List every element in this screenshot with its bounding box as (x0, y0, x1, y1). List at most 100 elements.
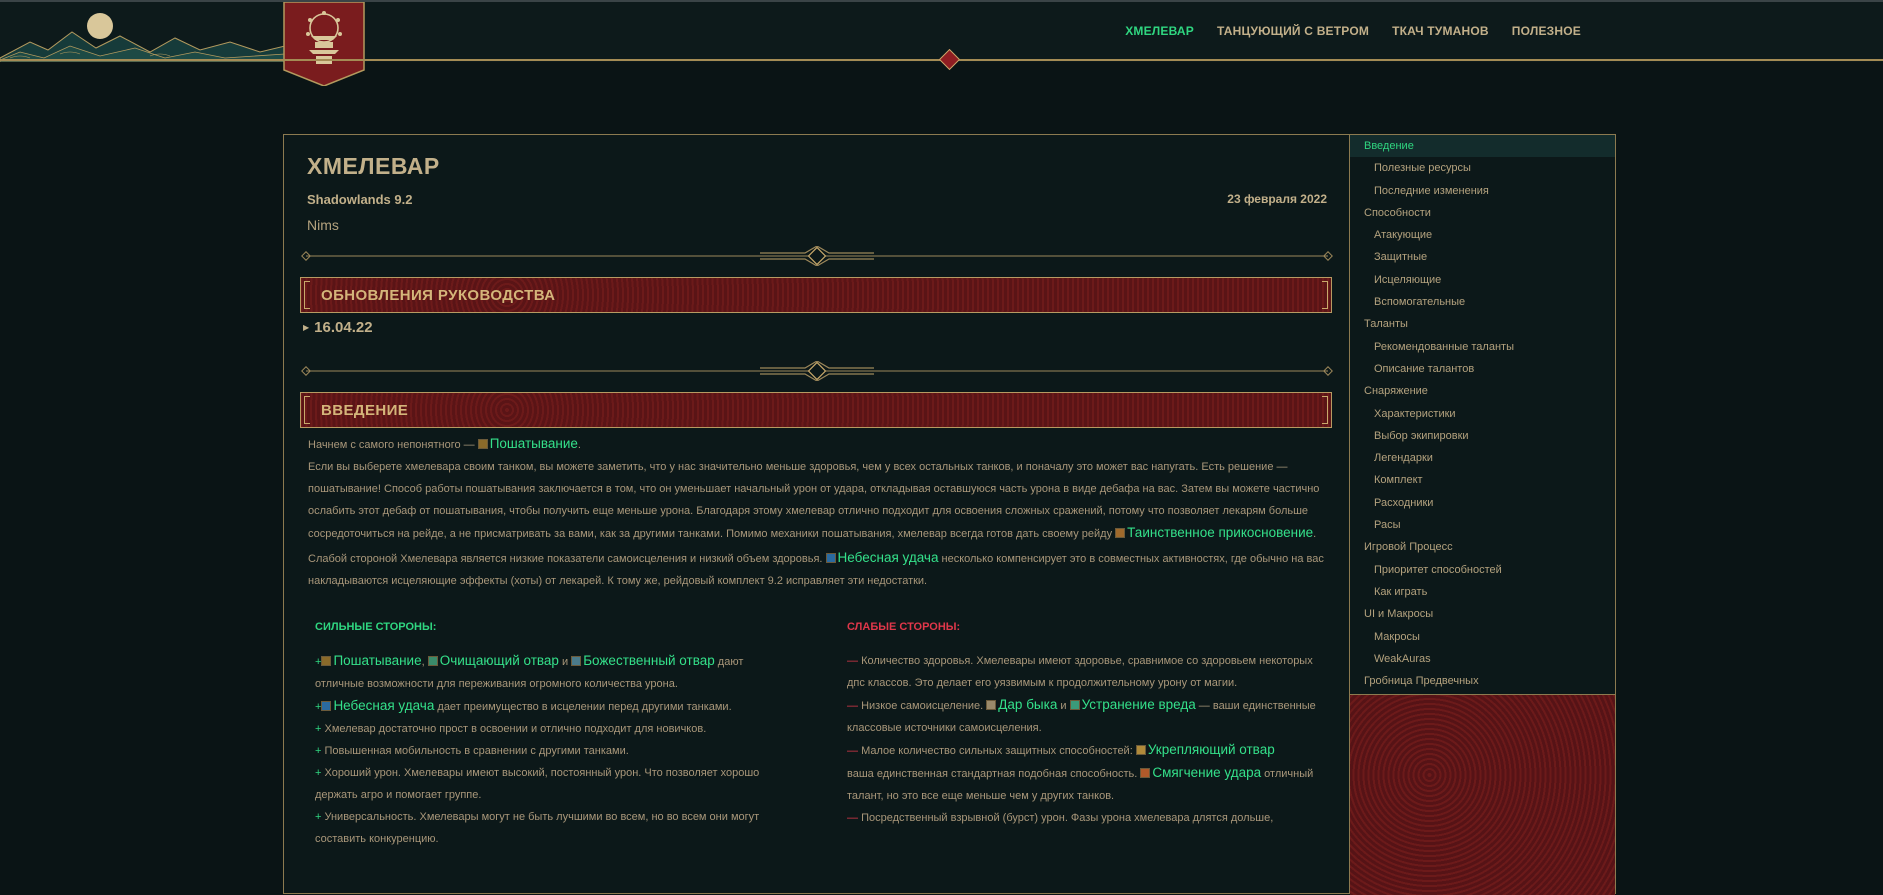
text: Начнем с самого непонятного — (308, 439, 478, 451)
intro-heading: ВВЕДЕНИЕ (321, 402, 409, 419)
spell-link[interactable]: Небесная удача (825, 550, 939, 565)
toc-item[interactable]: Как играть (1350, 581, 1615, 603)
spell-link[interactable]: Божественный отвар (571, 653, 715, 668)
nav-windwalker[interactable]: ТАНЦУЮЩИЙ С ВЕТРОМ (1217, 24, 1369, 38)
table-of-contents: Введение Полезные ресурсы Последние измене… (1349, 134, 1616, 895)
toc-item[interactable]: Выбор экипировки (1350, 425, 1615, 447)
spell-icon (477, 439, 488, 449)
nav-brewmaster[interactable]: ХМЕЛЕВАР (1125, 24, 1194, 38)
toc-item[interactable]: Полезные ресурсы (1350, 157, 1615, 179)
minus-icon: — (847, 700, 862, 712)
caret-right-icon: ▶ (303, 323, 310, 332)
spell-name: Пошатывание (489, 436, 578, 451)
toc-item[interactable]: WeakAuras (1350, 648, 1615, 670)
weaknesses-heading: СЛАБЫЕ СТОРОНЫ: (847, 621, 961, 633)
updates-banner: ОБНОВЛЕНИЯ РУКОВОДСТВА (300, 277, 1332, 313)
toc-list: Введение Полезные ресурсы Последние измене… (1350, 135, 1615, 692)
spell-link[interactable]: Устранение вреда (1069, 697, 1196, 712)
ornament-divider (301, 361, 1333, 381)
list-item: + Хороший урон. Хмелевары имеют высокий,… (315, 762, 785, 806)
spell-name: Божественный отвар (583, 653, 715, 668)
spell-name: Небесная удача (837, 550, 939, 565)
spell-icon (1135, 745, 1146, 755)
spell-icon (986, 700, 997, 710)
toc-item[interactable]: Характеристики (1350, 403, 1615, 425)
intro-paragraph: Слабой стороной Хмелевара является низки… (308, 547, 1328, 592)
intro-paragraph: Если вы выберете хмелевара своим танком,… (308, 456, 1328, 545)
toc-item[interactable]: Расы (1350, 514, 1615, 536)
toc-item[interactable]: Таланты (1350, 313, 1615, 335)
text: Слабой стороной Хмелевара является низки… (308, 553, 826, 565)
text: дает преимущество в исцелении перед друг… (434, 701, 732, 713)
spell-name: Небесная удача (333, 698, 435, 713)
text: ваша единственная стандартная подобная с… (847, 768, 1141, 780)
text: Малое количество сильных защитных способ… (861, 745, 1136, 757)
list-item: — Низкое самоисцеление. Дар быка и Устра… (847, 694, 1319, 739)
toc-item[interactable]: Способности (1350, 202, 1615, 224)
toc-item[interactable]: Расходники (1350, 492, 1615, 514)
toc-item[interactable]: Гробница Предвечных (1350, 670, 1615, 692)
spell-icon (571, 656, 582, 666)
spell-name: Устранение вреда (1081, 697, 1196, 712)
spell-name: Смягчение удара (1152, 765, 1262, 780)
toc-item[interactable]: Вспомогательные (1350, 291, 1615, 313)
spell-link[interactable]: Небесная удача (321, 698, 434, 713)
toc-item[interactable]: Приоритет способностей (1350, 559, 1615, 581)
list-item: + Хмелевар достаточно прост в освоении и… (315, 718, 785, 740)
spell-link[interactable]: Очищающий отвар (427, 653, 559, 668)
spell-link[interactable]: Дар быка (986, 697, 1057, 712)
spell-link[interactable]: Укрепляющий отвар (1135, 742, 1275, 757)
toc-item[interactable]: UI и Макросы (1350, 603, 1615, 625)
intro-text: Начнем с самого непонятного — Пошатывани… (308, 433, 1328, 592)
toc-item[interactable]: Макросы (1350, 626, 1615, 648)
toc-item[interactable]: Описание талантов (1350, 358, 1615, 380)
guide-article: ХМЕЛЕВАР Shadowlands 9.2 23 февраля 2022… (283, 134, 1349, 894)
spell-name: Очищающий отвар (439, 653, 559, 668)
main-nav: ХМЕЛЕВАР ТАНЦУЮЩИЙ С ВЕТРОМ ТКАЧ ТУМАНОВ… (1125, 24, 1581, 38)
text: Хороший урон. Хмелевары имеют высокий, п… (315, 767, 760, 801)
toc-item[interactable]: Последние изменения (1350, 180, 1615, 202)
nav-mistweaver[interactable]: ТКАЧ ТУМАНОВ (1392, 24, 1489, 38)
toc-item[interactable]: Комплект (1350, 469, 1615, 491)
list-item: — Посредственный взрывной (бурст) урон. … (847, 807, 1319, 829)
text: Посредственный взрывной (бурст) урон. Фа… (861, 812, 1274, 824)
update-date: 16.04.22 (314, 319, 373, 336)
toc-item[interactable]: Введение (1350, 135, 1615, 158)
toc-item[interactable]: Легендарки (1350, 447, 1615, 469)
list-item: + Пошатывание, Очищающий отвар и Божестве… (315, 650, 785, 695)
minus-icon: — (847, 745, 862, 757)
minus-icon: — (847, 655, 862, 667)
toc-item[interactable]: Рекомендованные таланты (1350, 336, 1615, 358)
intro-paragraph: Начнем с самого непонятного — Пошатывани… (308, 433, 1328, 456)
nav-useful[interactable]: ПОЛЕЗНОЕ (1512, 24, 1581, 38)
spell-link[interactable]: Пошатывание (477, 436, 578, 451)
spell-link[interactable]: Таинственное прикосновение (1115, 525, 1313, 540)
sidebar-decorative-pattern (1350, 694, 1615, 895)
text: Хмелевар достаточно прост в освоении и о… (324, 723, 707, 735)
toc-item[interactable]: Исцеляющие (1350, 269, 1615, 291)
weaknesses-column: СЛАБЫЕ СТОРОНЫ: — Количество здоровья. Х… (847, 621, 1319, 829)
spell-link[interactable]: Пошатывание (321, 653, 422, 668)
monk-class-emblem[interactable] (283, 2, 365, 86)
list-item: + Небесная удача дает преимущество в исце… (315, 695, 785, 718)
spell-icon (321, 701, 332, 711)
text: и (558, 656, 572, 668)
update-entry-toggle[interactable]: ▶ 16.04.22 (303, 319, 373, 336)
mountain-scenery-logo (0, 2, 285, 62)
toc-item[interactable]: Игровой Процесс (1350, 536, 1615, 558)
spell-link[interactable]: Смягчение удара (1140, 765, 1261, 780)
toc-item[interactable]: Снаряжение (1350, 380, 1615, 402)
patch-version: Shadowlands 9.2 (307, 192, 413, 207)
toc-item[interactable]: Защитные (1350, 246, 1615, 268)
publish-date: 23 февраля 2022 (1227, 192, 1327, 206)
intro-banner: ВВЕДЕНИЕ (300, 392, 1332, 428)
updates-heading: ОБНОВЛЕНИЯ РУКОВОДСТВА (321, 287, 556, 304)
ornament-divider (301, 246, 1333, 266)
author-name: Nims (307, 217, 339, 233)
text: . (577, 439, 581, 451)
spell-icon (1115, 528, 1126, 538)
list-item: — Количество здоровья. Хмелевары имеют з… (847, 650, 1319, 694)
toc-item[interactable]: Атакующие (1350, 224, 1615, 246)
text: и (1057, 700, 1070, 712)
text: Количество здоровья. Хмелевары имеют здо… (847, 655, 1313, 689)
